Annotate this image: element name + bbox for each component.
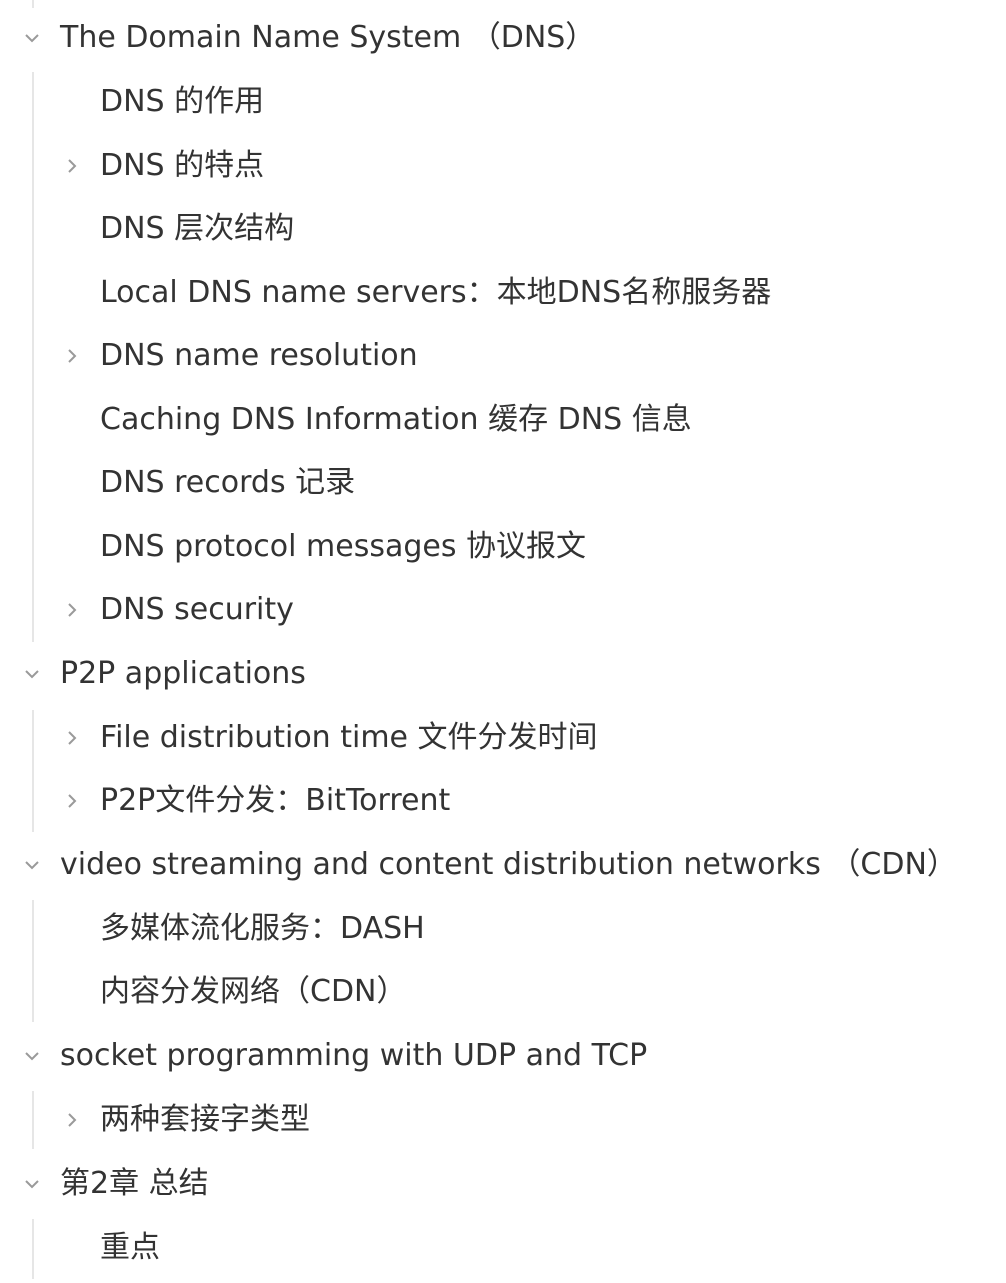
chevron-down-icon[interactable] (18, 24, 46, 52)
outline-item-local-dns[interactable]: Local DNS name servers：本地DNS名称服务器 (58, 265, 771, 321)
chevron-down-icon[interactable] (18, 660, 46, 688)
chevron-right-icon[interactable] (58, 152, 86, 180)
outline-item-socket-types[interactable]: 两种套接字类型 (58, 1092, 310, 1148)
outline-item-dns-purpose[interactable]: DNS 的作用 (58, 74, 264, 130)
outline-item-label: Caching DNS Information 缓存 DNS 信息 (100, 402, 692, 437)
outline-item-label: 重点 (100, 1230, 160, 1265)
outline-item-label: 内容分发网络（CDN） (100, 974, 407, 1009)
outline-guide-line (32, 900, 34, 1022)
outline-item-label: video streaming and content distribution… (60, 847, 957, 882)
outline-item-label: 多媒体流化服务：DASH (100, 911, 425, 946)
outline-item-bittorrent[interactable]: P2P文件分发：BitTorrent (58, 773, 450, 829)
outline-item-label: DNS security (100, 592, 294, 627)
outline-guide-line (32, 1091, 34, 1149)
outline-item-label: socket programming with UDP and TCP (60, 1038, 648, 1073)
outline-item-label: P2P applications (60, 656, 306, 691)
outline-item-p2p[interactable]: P2P applications (18, 646, 306, 702)
outline-item-dns-resolution[interactable]: DNS name resolution (58, 328, 418, 384)
outline-item-label: 两种套接字类型 (100, 1102, 310, 1137)
outline-item-file-distribution[interactable]: File distribution time 文件分发时间 (58, 710, 598, 766)
outline-item-dns-messages[interactable]: DNS protocol messages 协议报文 (58, 519, 586, 575)
chevron-right-icon[interactable] (58, 596, 86, 624)
outline-item-dns-hierarchy[interactable]: DNS 层次结构 (58, 201, 294, 257)
outline-item-chapter-summary[interactable]: 第2章 总结 (18, 1156, 209, 1212)
chevron-right-icon[interactable] (58, 342, 86, 370)
outline-guide-line (32, 710, 34, 832)
outline-item-dns[interactable]: The Domain Name System （DNS） (18, 10, 595, 66)
chevron-right-icon[interactable] (58, 724, 86, 752)
outline-item-video-streaming[interactable]: video streaming and content distribution… (18, 837, 957, 893)
chevron-down-icon[interactable] (18, 851, 46, 879)
outline-item-cdn[interactable]: 内容分发网络（CDN） (58, 964, 407, 1020)
outline-item-label: DNS 的特点 (100, 148, 265, 183)
outline-item-label: DNS 的作用 (100, 84, 265, 119)
outline-guide-line (32, 1219, 34, 1279)
outline-item-dns-features[interactable]: DNS 的特点 (58, 138, 264, 194)
document-outline: The Domain Name System （DNS） DNS 的作用 DNS… (0, 0, 1006, 1283)
outline-item-label: File distribution time 文件分发时间 (100, 720, 598, 755)
outline-guide-line (32, 72, 34, 642)
chevron-down-icon[interactable] (18, 1170, 46, 1198)
outline-item-label: The Domain Name System （DNS） (60, 20, 596, 55)
outline-item-dns-security[interactable]: DNS security (58, 582, 294, 638)
outline-item-label: DNS protocol messages 协议报文 (100, 529, 587, 564)
outline-item-dns-caching[interactable]: Caching DNS Information 缓存 DNS 信息 (58, 392, 692, 448)
outline-item-dash[interactable]: 多媒体流化服务：DASH (58, 901, 425, 957)
outline-guide-line (32, 0, 34, 8)
outline-item-label: DNS records 记录 (100, 465, 356, 500)
outline-item-socket-programming[interactable]: socket programming with UDP and TCP (18, 1028, 647, 1084)
outline-item-label: P2P文件分发：BitTorrent (100, 783, 451, 818)
chevron-right-icon[interactable] (58, 787, 86, 815)
outline-item-label: DNS 层次结构 (100, 211, 295, 246)
outline-item-label: 第2章 总结 (60, 1166, 209, 1201)
outline-item-dns-records[interactable]: DNS records 记录 (58, 455, 355, 511)
chevron-down-icon[interactable] (18, 1042, 46, 1070)
outline-item-label: Local DNS name servers：本地DNS名称服务器 (100, 275, 772, 310)
outline-item-label: DNS name resolution (100, 338, 418, 373)
outline-item-key-points[interactable]: 重点 (58, 1220, 160, 1276)
chevron-right-icon[interactable] (58, 1106, 86, 1134)
